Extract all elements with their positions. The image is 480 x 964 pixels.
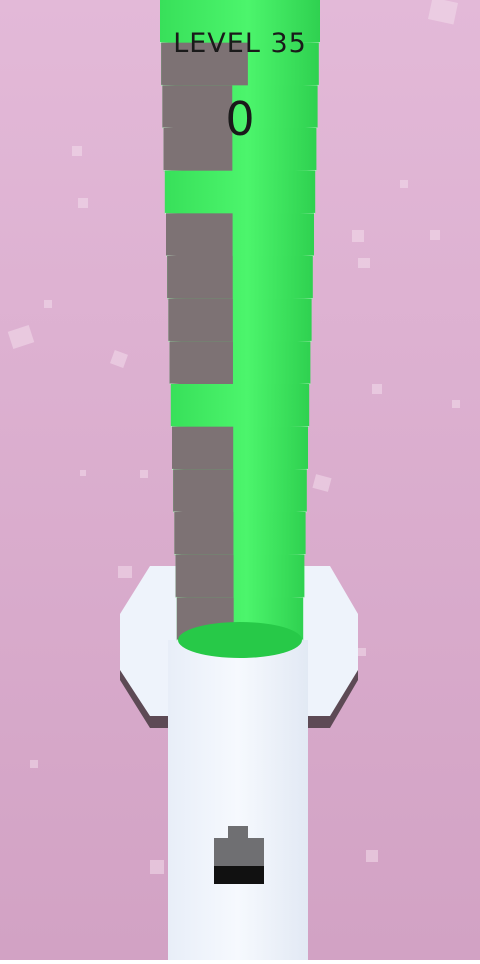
segment-gray-part xyxy=(167,256,233,300)
segment-green-part xyxy=(170,384,310,428)
segment-gray-part xyxy=(169,341,233,385)
tower-segment[interactable] xyxy=(162,85,318,131)
segment-gray-part xyxy=(161,42,248,86)
tower-segment[interactable] xyxy=(167,256,313,302)
tower-segment[interactable] xyxy=(175,554,305,600)
tower-segment[interactable] xyxy=(170,384,310,430)
tower-segment[interactable] xyxy=(163,128,317,174)
segment-gray-part xyxy=(168,298,233,342)
segment-gray-part xyxy=(163,128,233,172)
tower-segment[interactable] xyxy=(169,341,311,387)
tower-segment[interactable] xyxy=(173,469,307,515)
tower-segment[interactable] xyxy=(171,426,309,472)
segment-gray-part xyxy=(172,426,234,470)
pillar xyxy=(168,640,308,960)
tower-segment[interactable] xyxy=(174,512,306,558)
game-stage[interactable]: LEVEL 35 0 xyxy=(0,0,480,960)
tower-segment[interactable] xyxy=(168,298,312,344)
tower-segment[interactable] xyxy=(159,0,321,46)
block-tower[interactable] xyxy=(159,0,321,658)
tower-base-cap xyxy=(178,622,302,658)
tower-segment[interactable] xyxy=(165,213,315,259)
segment-gray-part xyxy=(173,469,234,513)
segment-gray-part xyxy=(166,213,233,257)
segment-green-part xyxy=(164,170,316,214)
tower-segment[interactable] xyxy=(164,170,316,216)
segment-gray-part xyxy=(174,512,234,556)
segment-gray-part xyxy=(162,85,233,129)
tower-segment[interactable] xyxy=(161,42,319,88)
game-scene[interactable] xyxy=(0,0,480,960)
segment-gray-part xyxy=(175,554,234,598)
segment-green-part xyxy=(160,0,320,44)
